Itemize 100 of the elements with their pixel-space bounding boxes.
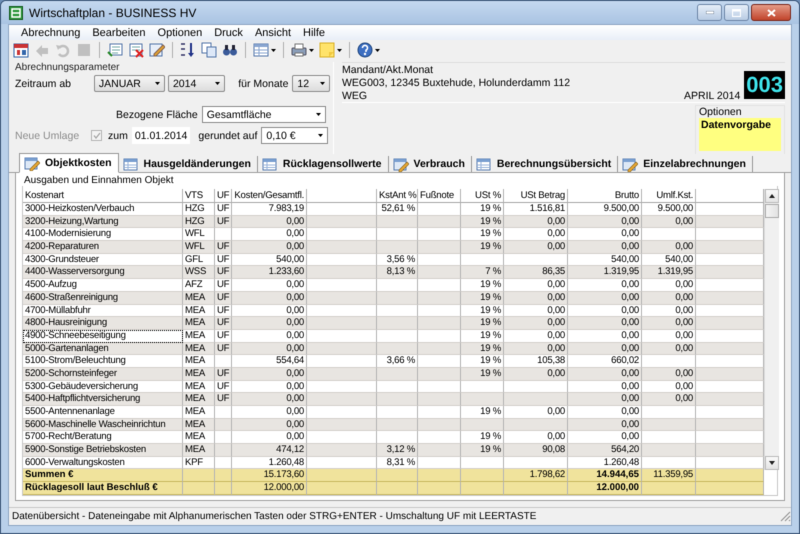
field-label: für Monate xyxy=(238,78,288,90)
maximize-button[interactable] xyxy=(724,4,749,21)
table-cell xyxy=(696,482,764,495)
caret-icon xyxy=(271,48,276,52)
window-title: Wirtschaftplan - BUSINESS HV xyxy=(29,6,198,20)
table-cell: 1.233,60 xyxy=(232,266,307,280)
close-button[interactable] xyxy=(751,4,791,21)
table-cell xyxy=(418,292,461,304)
group-title: Abrechnungsparameter xyxy=(15,62,121,73)
resize-grip-icon xyxy=(780,511,791,522)
menu-item[interactable]: Druck xyxy=(208,26,249,38)
column-header[interactable]: Fußnote xyxy=(418,189,461,203)
column-header[interactable]: Brutto xyxy=(568,189,642,203)
table-cell: WSS xyxy=(183,266,215,280)
table-cell: 0,00 xyxy=(568,317,642,330)
table-cell xyxy=(418,317,461,330)
calendar-button[interactable] xyxy=(12,41,30,59)
table-cell: 4800-Hausreinigung xyxy=(23,317,183,330)
table-cell: UF xyxy=(215,368,232,381)
table-cell xyxy=(377,368,418,381)
table-cell xyxy=(377,317,418,330)
field-label: Zeitraum ab xyxy=(15,78,72,90)
table-cell: 0,00 xyxy=(642,317,696,330)
menu-item[interactable]: Ansicht xyxy=(248,26,298,38)
copy-icon xyxy=(201,42,217,58)
table-cell xyxy=(215,418,232,432)
table-cell: 86,35 xyxy=(504,266,568,280)
menu-item[interactable]: Bearbeiten xyxy=(86,26,152,38)
table-cell xyxy=(461,469,504,482)
table-cell xyxy=(642,482,696,495)
area-dropdown[interactable]: Gesamtfläche xyxy=(202,106,326,123)
table-cell xyxy=(377,482,418,495)
menu-item[interactable]: Optionen xyxy=(152,26,208,38)
table-cell: MEA xyxy=(183,368,215,381)
month-dropdown[interactable]: JANUAR xyxy=(94,75,165,92)
copy-button[interactable] xyxy=(200,41,218,59)
column-header[interactable]: USt Betrag xyxy=(504,189,568,203)
caret-icon xyxy=(154,82,160,85)
table-button[interactable] xyxy=(252,41,277,59)
table-cell: 1.319,95 xyxy=(642,266,696,280)
edit-icon xyxy=(24,156,40,170)
column-header[interactable]: Kosten/Gesamtfl. xyxy=(232,189,307,203)
column-header[interactable]: UF xyxy=(215,189,232,203)
table-cell xyxy=(696,241,764,254)
column-header[interactable]: VTS xyxy=(183,189,215,203)
table-cell: UF xyxy=(215,241,232,254)
table-cell: 5000-Gartenanlagen xyxy=(23,342,183,356)
table-cell: 0,00 xyxy=(642,292,696,304)
scroll-up-button[interactable] xyxy=(765,189,779,203)
edit-button[interactable] xyxy=(148,41,166,59)
table-cell: 0,00 xyxy=(232,393,307,406)
table-cell: 5600-Maschinelle Wascheinrichtun xyxy=(23,418,183,432)
field-label: zum xyxy=(108,130,128,142)
column-header[interactable]: Kostenart xyxy=(23,189,183,203)
table-cell xyxy=(696,317,764,330)
column-header[interactable] xyxy=(307,189,377,203)
column-header[interactable]: KstAnt % xyxy=(377,189,418,203)
table-cell: UF xyxy=(215,342,232,356)
table-cell: 474,12 xyxy=(232,444,307,457)
minimize-button[interactable] xyxy=(697,4,722,21)
table-cell: UF xyxy=(215,317,232,330)
printer-icon xyxy=(291,42,307,58)
field-label: gerundet auf xyxy=(198,130,258,142)
table-cell: 0,00 xyxy=(232,368,307,381)
scroll-thumb[interactable] xyxy=(765,204,779,218)
column-header[interactable]: Umlf.Kst. xyxy=(642,189,696,203)
tab[interactable]: Verbrauch xyxy=(388,156,472,172)
table-cell: 12.000,00 xyxy=(568,482,642,495)
table-cell: 0,00 xyxy=(504,342,568,356)
scrollbar[interactable] xyxy=(764,189,779,470)
help-button[interactable] xyxy=(356,41,381,59)
table-cell: 0,00 xyxy=(642,342,696,356)
table-cell: 19 % xyxy=(461,216,504,228)
table-cell: 19 % xyxy=(461,317,504,330)
rounding-dropdown[interactable]: 0,10 € xyxy=(261,127,328,144)
year-dropdown[interactable]: 2014 xyxy=(168,75,226,92)
document-button[interactable] xyxy=(106,41,124,59)
column-header[interactable]: USt % xyxy=(461,189,504,203)
table-cell: 0,00 xyxy=(232,342,307,356)
maximize-icon xyxy=(732,8,741,16)
caret-icon xyxy=(320,82,325,85)
table-cell xyxy=(696,469,764,482)
date-field[interactable]: 01.01.2014 xyxy=(132,127,190,144)
sort-button[interactable] xyxy=(179,41,197,59)
delete-button[interactable] xyxy=(127,41,145,59)
table-cell xyxy=(696,216,764,228)
table-cell xyxy=(377,393,418,406)
scroll-down-button[interactable] xyxy=(765,456,779,470)
table-cell xyxy=(642,418,696,432)
table-cell: Summen € xyxy=(23,469,183,482)
printer-button[interactable] xyxy=(290,41,315,59)
table-cell: 0,00 xyxy=(642,216,696,228)
table-cell: 15.173,60 xyxy=(232,469,307,482)
months-dropdown[interactable]: 12 xyxy=(292,75,330,92)
menu-item[interactable]: Abrechnung xyxy=(15,26,86,38)
tab[interactable]: Objektkosten xyxy=(19,153,119,173)
menu-item[interactable]: Hilfe xyxy=(297,26,332,38)
table-cell: 0,00 xyxy=(568,368,642,381)
table-cell xyxy=(418,368,461,381)
edit-icon xyxy=(392,156,409,172)
